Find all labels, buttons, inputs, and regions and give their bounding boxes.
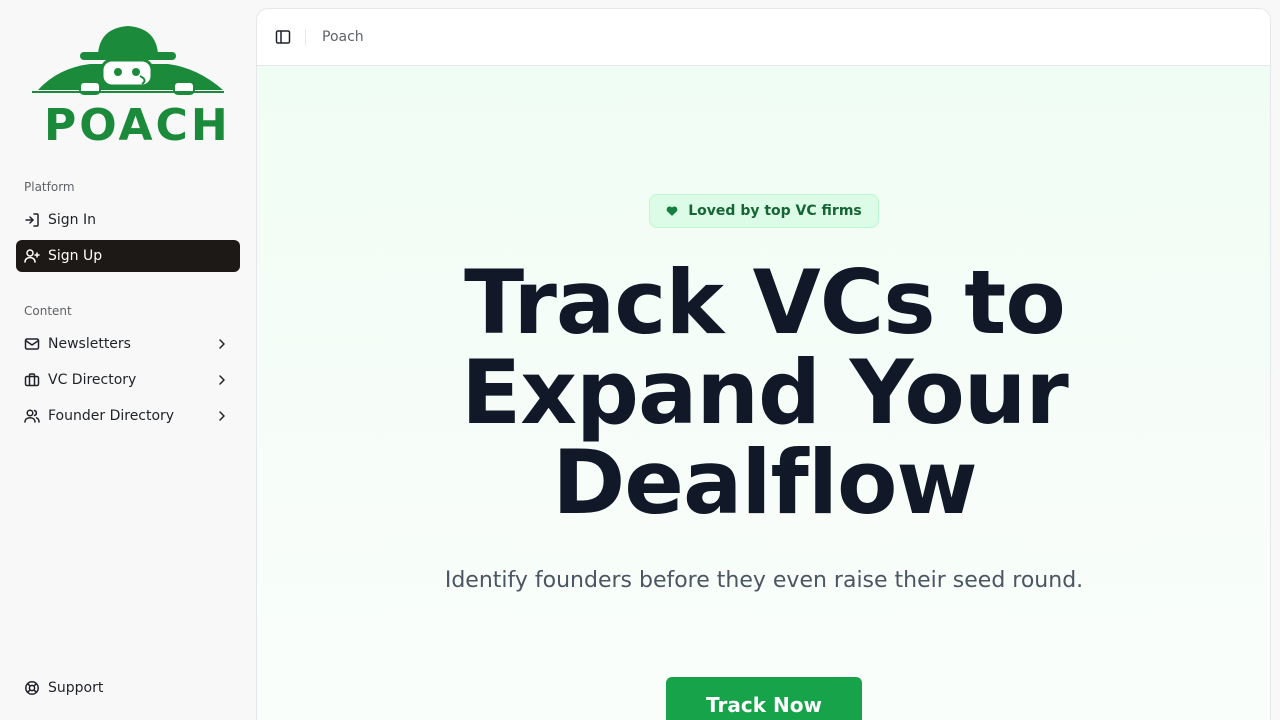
sidebar-item-sign-up[interactable]: Sign Up [16, 240, 240, 272]
divider [305, 29, 306, 45]
track-now-button[interactable]: Track Now [666, 677, 862, 720]
sidebar-item-support[interactable]: Support [16, 672, 240, 704]
breadcrumb: Poach [322, 29, 364, 45]
logo-wordmark: POACH [44, 100, 231, 151]
main-panel: Poach Loved by top VC firms Track VCs to… [256, 8, 1271, 720]
sidebar-item-label: Newsletters [48, 336, 131, 352]
poach-logo[interactable]: POACH [28, 20, 231, 151]
section-label-content: Content [24, 304, 72, 318]
sidebar-toggle-button[interactable] [273, 27, 293, 47]
sidebar-item-label: Sign In [48, 212, 96, 228]
lifebuoy-icon [24, 680, 40, 696]
sidebar-item-label: Founder Directory [48, 408, 175, 424]
hero-subtitle: Identify founders before they even raise… [444, 568, 1084, 593]
headline-line: Expand Your [461, 341, 1069, 444]
badge-text: Loved by top VC firms [688, 203, 862, 219]
sidebar-item-founder-directory[interactable]: Founder Directory [16, 400, 240, 432]
chevron-right-icon [219, 375, 225, 385]
hero-section: Loved by top VC firms Track VCs to Expan… [257, 66, 1270, 720]
sidebar-item-newsletters[interactable]: Newsletters [16, 328, 240, 360]
headline-line: Track VCs to [464, 251, 1066, 354]
sidebar-item-label: Support [48, 680, 104, 696]
detective-mascot-icon [32, 26, 224, 95]
sign-in-icon [24, 212, 40, 228]
headline-line: Dealflow [552, 431, 977, 534]
chevron-right-icon [219, 339, 225, 349]
sidebar-item-sign-in[interactable]: Sign In [16, 204, 240, 236]
briefcase-icon [24, 372, 40, 388]
top-bar: Poach [257, 9, 1270, 66]
heart-icon [666, 205, 678, 217]
panel-left-icon [275, 30, 291, 44]
hero-headline: Track VCs to Expand Your Dealflow [387, 258, 1142, 528]
sidebar-item-vc-directory[interactable]: VC Directory [16, 364, 240, 396]
sidebar: POACH Platform Sign In Sign Up Content N… [0, 0, 256, 720]
user-plus-icon [24, 248, 40, 264]
sidebar-item-label: Sign Up [48, 248, 103, 264]
social-proof-badge: Loved by top VC firms [649, 194, 879, 228]
section-label-platform: Platform [24, 180, 75, 194]
mail-icon [24, 336, 40, 352]
chevron-right-icon [219, 411, 225, 421]
users-icon [24, 408, 40, 424]
sidebar-item-label: VC Directory [48, 372, 137, 388]
